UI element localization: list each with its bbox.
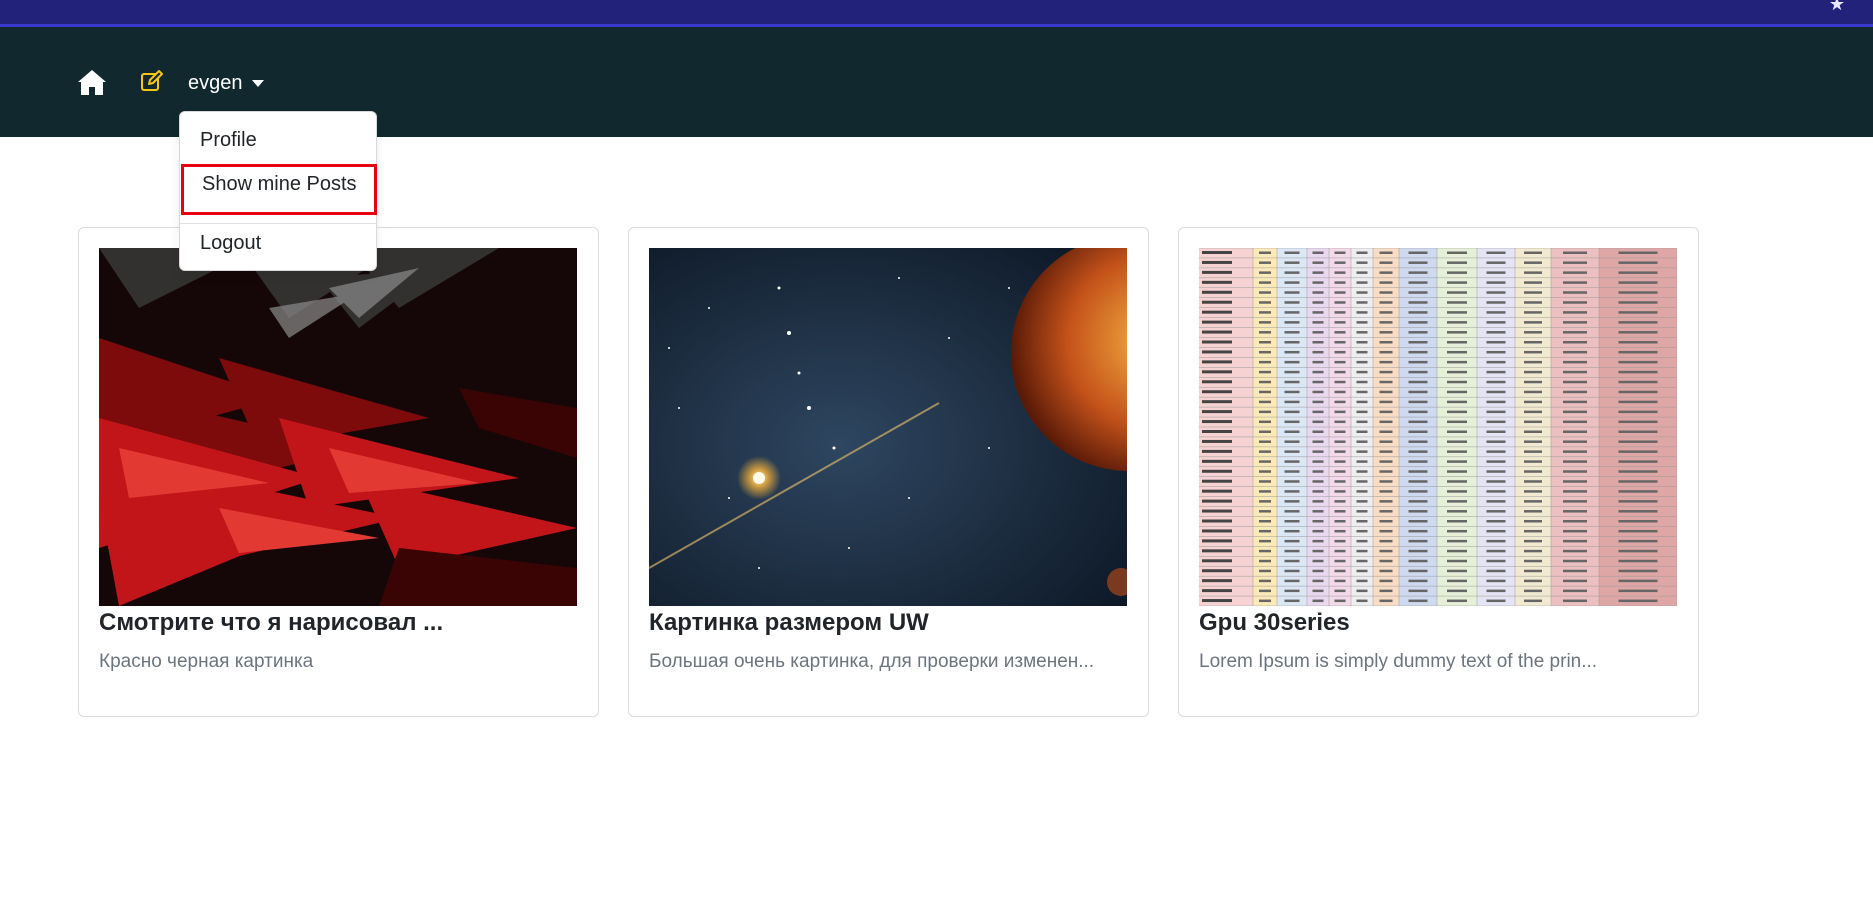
post-title[interactable]: Картинка размером UW (649, 609, 1127, 637)
username-label: evgen (188, 72, 243, 94)
caret-down-icon (251, 79, 264, 87)
post-description: Большая очень картинка, для проверки изм… (649, 651, 1095, 672)
menu-item-profile[interactable]: Profile (180, 129, 376, 152)
browser-top-strip: ★ (0, 0, 1873, 27)
post-description: Красно черная картинка (99, 651, 314, 672)
post-title[interactable]: Gpu 30series (1199, 609, 1677, 637)
post-card[interactable]: Gpu 30series Lorem Ipsum is simply dummy… (1178, 227, 1699, 717)
post-card[interactable]: Картинка размером UW Большая очень карти… (628, 227, 1149, 717)
bookmark-star-icon[interactable]: ★ (1829, 0, 1845, 15)
space-planet-image[interactable] (649, 248, 1127, 606)
menu-item-show-mine-posts[interactable]: Show mine Posts (181, 164, 377, 215)
menu-item-logout[interactable]: Logout (180, 232, 376, 255)
menu-divider (180, 223, 376, 224)
gpu-spec-table-image[interactable] (1199, 248, 1677, 606)
edit-icon[interactable] (140, 69, 164, 93)
user-dropdown-menu: Profile Show mine Posts Logout (179, 111, 377, 271)
post-card[interactable]: Смотрите что я нарисовал ... Красно черн… (78, 227, 599, 717)
post-title[interactable]: Смотрите что я нарисовал ... (99, 609, 577, 637)
post-description: Lorem Ipsum is simply dummy text of the … (1199, 651, 1598, 672)
home-icon[interactable] (76, 67, 108, 99)
user-menu-toggle[interactable]: evgen (188, 70, 264, 96)
red-black-abstract-image[interactable] (99, 248, 577, 606)
